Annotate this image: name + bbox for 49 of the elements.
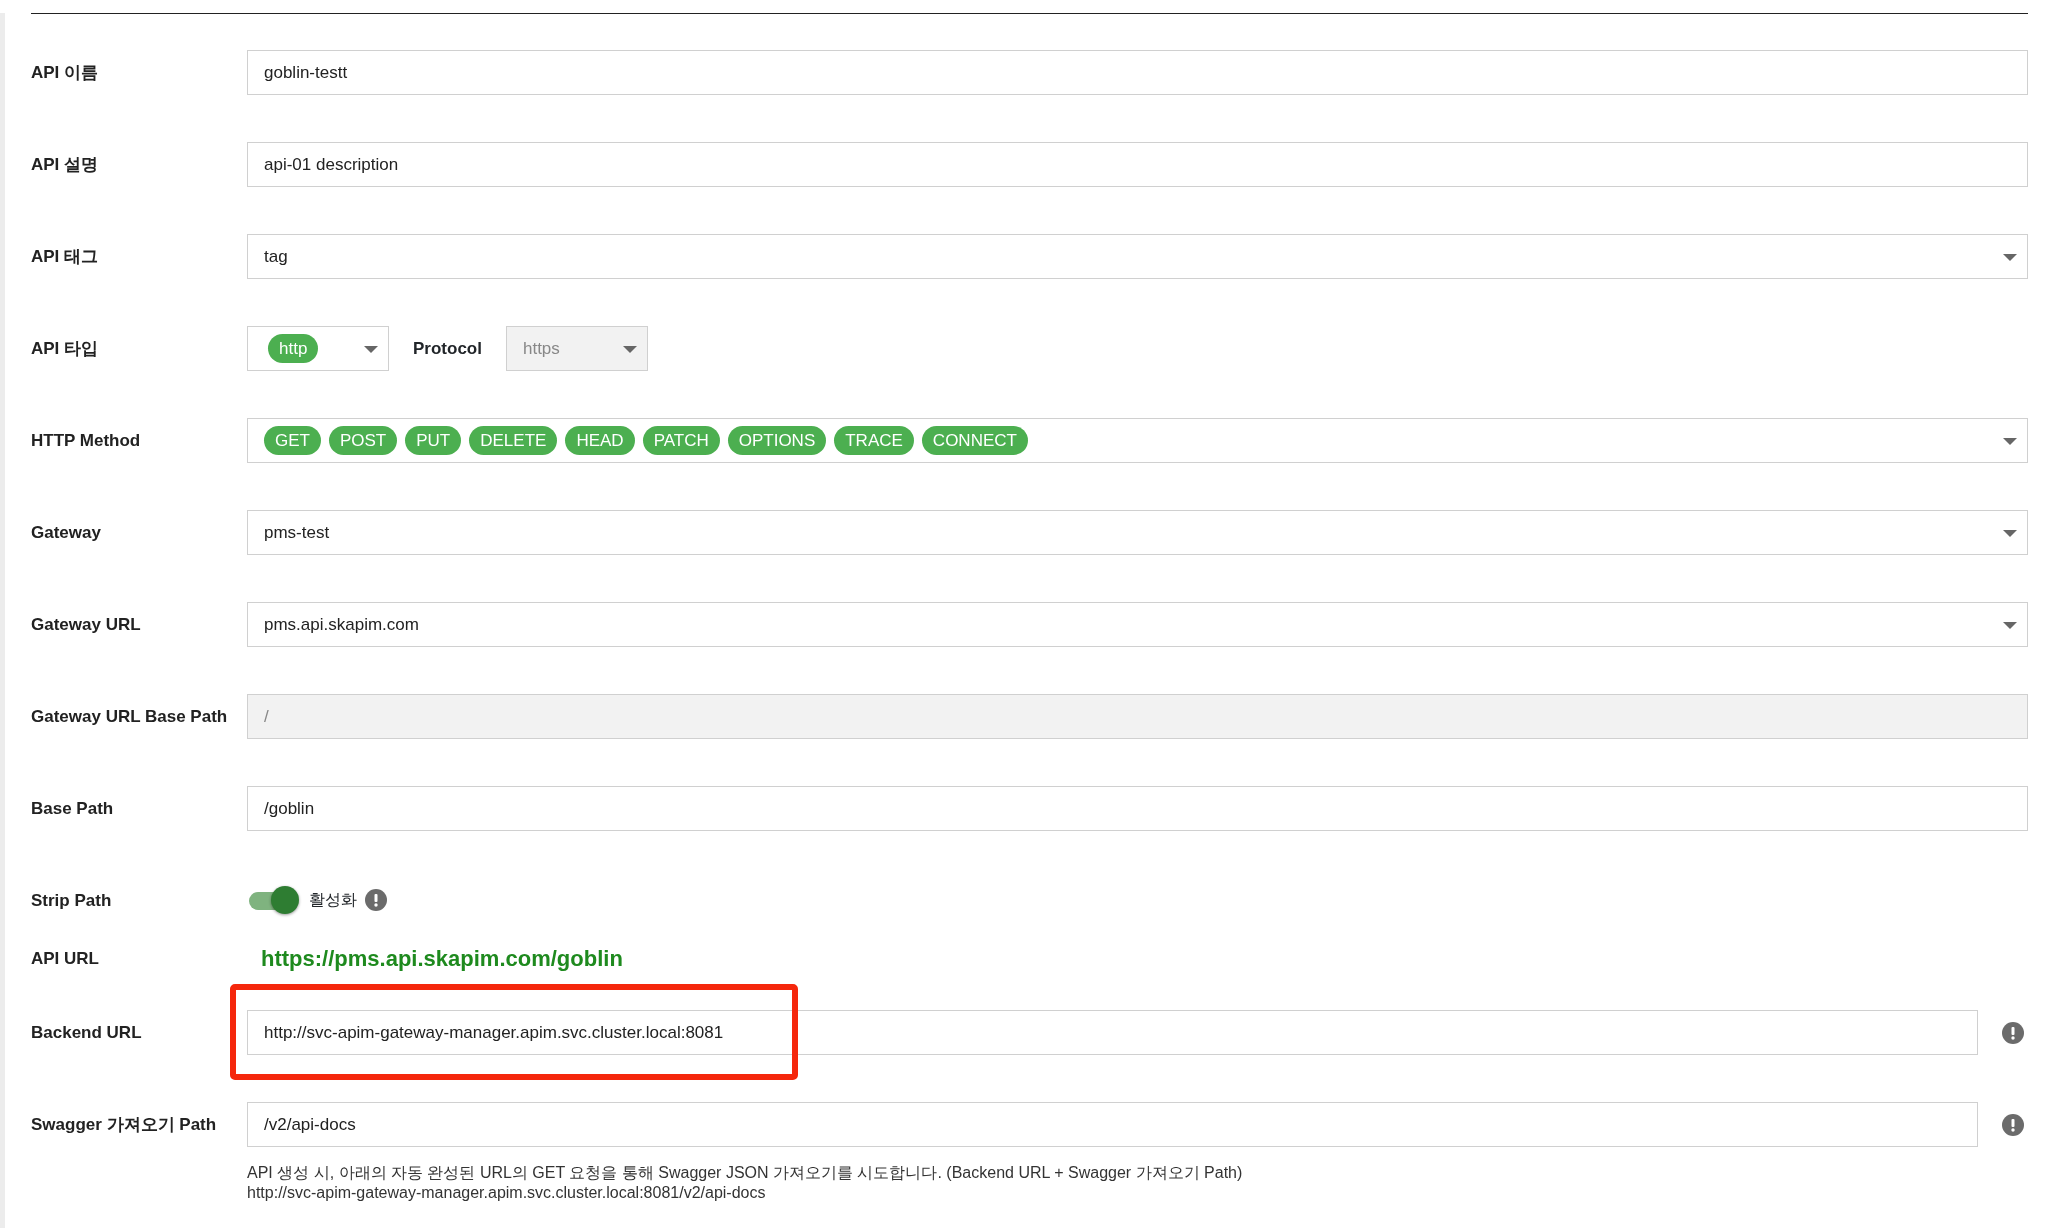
- info-icon[interactable]: [365, 889, 387, 911]
- method-tag: DELETE: [469, 426, 558, 455]
- caret-icon: [2003, 254, 2017, 261]
- help-text: API 생성 시, 아래의 자동 완성된 URL의 GET 요청을 통해 Swagger JSON 가져오기를 시도합니다. (Backend URL + Swagger 가져오기 Path): [247, 1163, 1244, 1183]
- field-label: API 태그: [31, 246, 100, 268]
- api-url-link[interactable]: https://pms.api.skapim.com/goblin: [247, 936, 623, 975]
- method-tag: TRACE: [834, 426, 914, 455]
- field-label: Strip Path: [31, 890, 113, 912]
- field-label: Gateway URL Base Path: [31, 706, 229, 728]
- info-icon[interactable]: [2002, 1021, 2024, 1044]
- field-label: HTTP Method: [31, 430, 142, 452]
- field-label: API 타입: [31, 338, 100, 360]
- field-label: Gateway: [31, 522, 102, 544]
- help-text: http://svc-apim-gateway-manager.apim.svc.cluster.local:8081/v2/api-docs: [247, 1183, 767, 1203]
- select-value: pms.api.skapim.com: [264, 613, 419, 636]
- type-tag: http: [268, 334, 319, 363]
- select-field[interactable]: pms.api.skapim.com: [247, 602, 2028, 647]
- info-icon[interactable]: [2002, 1113, 2024, 1136]
- protocol-label: Protocol: [413, 337, 482, 360]
- text-field[interactable]: api-01 description: [247, 142, 2028, 187]
- select-field[interactable]: tag: [247, 234, 2028, 279]
- text-field[interactable]: /v2/api-docs: [247, 1102, 1978, 1147]
- field-label: API 이름: [31, 62, 100, 84]
- field-label: Backend URL: [31, 1022, 143, 1044]
- method-tag: CONNECT: [921, 426, 1028, 455]
- method-tag: PATCH: [642, 426, 720, 455]
- caret-icon: [622, 346, 637, 353]
- method-tag: OPTIONS: [727, 426, 827, 455]
- caret-icon: [2003, 438, 2017, 445]
- text-field[interactable]: goblin-testt: [247, 50, 2028, 95]
- field-label: Swagger 가져오기 Path: [31, 1114, 218, 1136]
- field-label: API 설명: [31, 154, 100, 176]
- method-tag: HEAD: [565, 426, 635, 455]
- text-field[interactable]: http://svc-apim-gateway-manager.apim.svc.cluster.local:8081: [247, 1010, 1978, 1055]
- select-value: pms-test: [264, 521, 330, 544]
- toggle-label: 활성화: [309, 890, 357, 910]
- select-value: tag: [264, 245, 288, 268]
- method-tag: POST: [328, 426, 398, 455]
- method-tag: PUT: [405, 426, 462, 455]
- field-label: Base Path: [31, 798, 115, 820]
- caret-icon: [2003, 622, 2017, 629]
- toggle-switch[interactable]: [247, 886, 301, 914]
- caret-icon: [2003, 530, 2017, 537]
- field-label: Gateway URL: [31, 614, 142, 636]
- caret-icon: [364, 346, 378, 353]
- text-field[interactable]: /goblin: [247, 786, 2028, 831]
- select-field[interactable]: pms-test: [247, 510, 2028, 555]
- method-tag: GET: [264, 426, 321, 455]
- field-label: API URL: [31, 948, 100, 970]
